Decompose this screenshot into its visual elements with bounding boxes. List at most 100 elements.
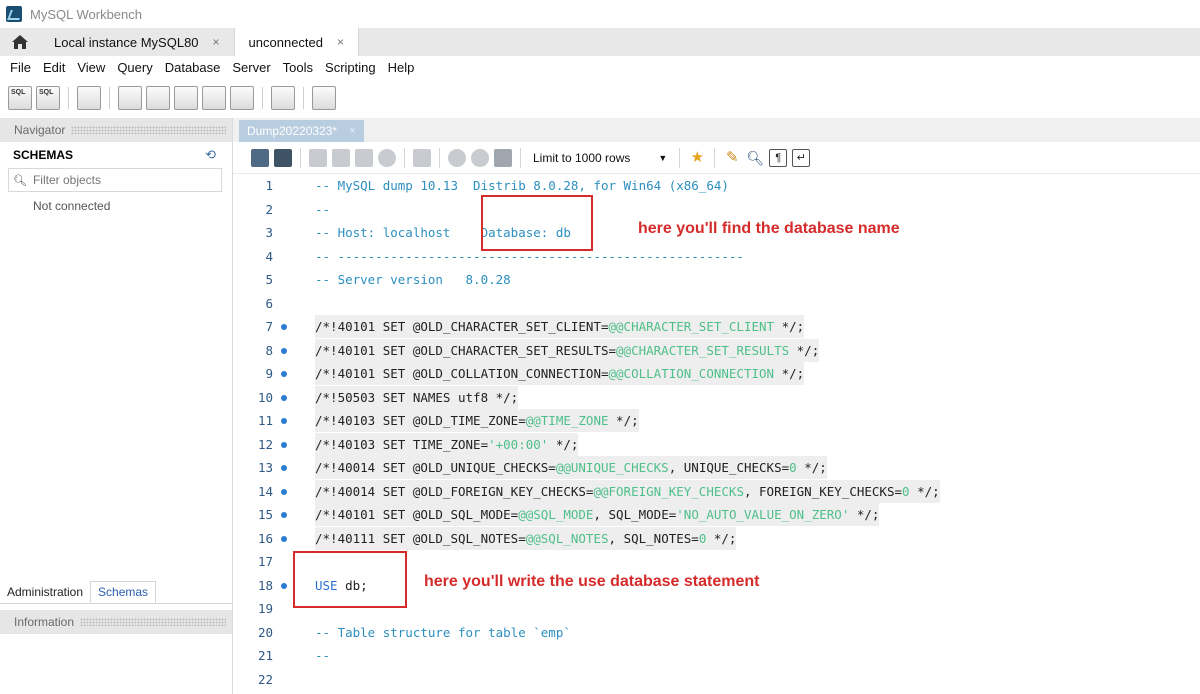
reconnect-icon[interactable]: [312, 86, 336, 110]
menu-edit[interactable]: Edit: [37, 60, 71, 75]
line-number: 12: [257, 436, 273, 452]
code-line[interactable]: 11 /*!40103 SET @OLD_TIME_ZONE=@@TIME_ZON…: [233, 409, 1200, 432]
add-snippet-star-icon[interactable]: ★: [688, 149, 706, 167]
menu-tools[interactable]: Tools: [277, 60, 319, 75]
create-table-icon[interactable]: [146, 86, 170, 110]
code-token: /*!40101 SET @OLD_CHARACTER_SET_RESULTS=: [315, 342, 617, 358]
line-number: 3: [265, 225, 273, 240]
navigator-title: Navigator: [14, 123, 66, 137]
wrap-lines-icon[interactable]: ↵: [792, 148, 811, 167]
stop-icon[interactable]: [378, 148, 396, 167]
line-number: 11: [257, 413, 273, 428]
beautify-broom-icon[interactable]: ✎: [723, 149, 741, 167]
mysql-workbench-logo-icon: [6, 6, 22, 22]
code-token: /*!40103 SET @OLD_TIME_ZONE=: [315, 413, 526, 428]
limit-rows-label: Limit to 1000 rows: [533, 150, 631, 165]
statement-marker-icon: [281, 441, 287, 448]
tab-label: Dump20220323*: [247, 124, 338, 138]
inspector-icon[interactable]: [77, 86, 101, 110]
filter-objects-input[interactable]: [32, 173, 213, 187]
open-sql-script-icon[interactable]: [36, 86, 60, 110]
code-line[interactable]: 1 -- MySQL dump 10.13 Distrib 8.0.28, for…: [233, 174, 1200, 197]
information-title: Information: [14, 615, 75, 629]
line-number: 19: [257, 601, 273, 616]
create-function-icon[interactable]: [230, 86, 254, 110]
code-line[interactable]: 21 --: [233, 644, 1200, 667]
code-line[interactable]: 20 -- Table structure for table `emp`: [233, 621, 1200, 644]
rollback-icon[interactable]: [471, 148, 489, 167]
navigator-panel: Navigator SCHEMAS ⟲ 🔍︎ Not connected Adm…: [0, 118, 233, 694]
search-table-data-icon[interactable]: [271, 86, 295, 110]
create-procedure-icon[interactable]: [202, 86, 226, 110]
tab-administration[interactable]: Administration: [0, 581, 90, 603]
code-token: @@FOREIGN_KEY_CHECKS: [593, 483, 744, 499]
line-number: 2: [265, 201, 273, 217]
find-icon[interactable]: 🔍︎: [746, 149, 764, 167]
open-file-icon[interactable]: [251, 148, 269, 167]
tab-local-instance[interactable]: Local instance MySQL80 ×: [40, 28, 234, 56]
code-line[interactable]: 9 /*!40101 SET @OLD_COLLATION_CONNECTION=…: [233, 362, 1200, 385]
code-token: 0: [789, 460, 797, 475]
execute-icon[interactable]: [309, 148, 327, 167]
code-token: /*!40101 SET @OLD_CHARACTER_SET_CLIENT=: [315, 319, 609, 334]
code-line[interactable]: 15 /*!40101 SET @OLD_SQL_MODE=@@SQL_MODE,…: [233, 503, 1200, 526]
home-tab[interactable]: [0, 28, 40, 56]
tab-dump-file[interactable]: Dump20220323* ×: [239, 120, 364, 142]
code-line[interactable]: 5 -- Server version 8.0.28: [233, 268, 1200, 291]
new-sql-tab-icon[interactable]: [8, 86, 32, 110]
toggle-results-icon[interactable]: [413, 148, 431, 167]
menu-scripting[interactable]: Scripting: [319, 60, 382, 75]
menu-query[interactable]: Query: [111, 60, 158, 75]
code-token: /*!40111 SET @OLD_SQL_NOTES=: [315, 530, 526, 546]
close-icon[interactable]: ×: [337, 35, 344, 49]
code-token: */;: [706, 530, 737, 546]
toolbar-separator: [68, 87, 69, 109]
code-token: /*!40101 SET @OLD_SQL_MODE=: [315, 507, 519, 522]
code-line[interactable]: 2 --: [233, 198, 1200, 221]
menu-server[interactable]: Server: [226, 60, 276, 75]
code-line[interactable]: 14 /*!40014 SET @OLD_FOREIGN_KEY_CHECKS=@…: [233, 479, 1200, 503]
limit-rows-select[interactable]: Limit to 1000 rows ▼: [529, 151, 671, 165]
code-line[interactable]: 6: [233, 292, 1200, 315]
refresh-icon[interactable]: ⟲: [205, 147, 216, 163]
create-schema-icon[interactable]: [118, 86, 142, 110]
create-view-icon[interactable]: [174, 86, 198, 110]
code-line[interactable]: 7 /*!40101 SET @OLD_CHARACTER_SET_CLIENT=…: [233, 315, 1200, 338]
code-line[interactable]: 16 /*!40111 SET @OLD_SQL_NOTES=@@SQL_NOTE…: [233, 526, 1200, 550]
autocommit-icon[interactable]: [494, 148, 512, 167]
line-number: 18: [257, 577, 273, 593]
menu-file[interactable]: File: [4, 60, 37, 75]
header-grip: [80, 618, 226, 626]
menu-view[interactable]: View: [71, 60, 111, 75]
invisible-chars-icon[interactable]: ¶: [769, 148, 788, 167]
code-line[interactable]: 4 -- ------------------------------------…: [233, 245, 1200, 268]
connection-status: Not connected: [33, 199, 111, 213]
statement-marker-icon: [281, 394, 287, 401]
menu-database[interactable]: Database: [159, 60, 227, 75]
save-icon[interactable]: [274, 148, 292, 167]
code-token: */;: [548, 436, 579, 452]
menu-help[interactable]: Help: [382, 60, 421, 75]
code-token: , SQL_NOTES=: [608, 530, 699, 546]
commit-icon[interactable]: [448, 148, 466, 167]
information-header: Information: [0, 610, 232, 634]
code-text: --: [315, 644, 330, 667]
close-icon[interactable]: ×: [213, 35, 220, 49]
code-text: -- Table structure for table `emp`: [315, 621, 571, 644]
execute-current-icon[interactable]: [332, 148, 350, 167]
code-line[interactable]: 13 /*!40014 SET @OLD_UNIQUE_CHECKS=@@UNIQ…: [233, 456, 1200, 479]
code-token: /*!40101 SET @OLD_COLLATION_CONNECTION=: [315, 366, 609, 381]
line-number: 14: [257, 483, 273, 499]
window-title: MySQL Workbench: [30, 6, 142, 22]
code-line[interactable]: 8 /*!40101 SET @OLD_CHARACTER_SET_RESULTS…: [233, 338, 1200, 362]
tab-unconnected[interactable]: unconnected ×: [233, 28, 360, 56]
tab-schemas[interactable]: Schemas: [90, 581, 157, 603]
sql-code-editor[interactable]: 1 -- MySQL dump 10.13 Distrib 8.0.28, for…: [233, 174, 1200, 694]
code-line[interactable]: 10 /*!50503 SET NAMES utf8 */;: [233, 385, 1200, 409]
code-line[interactable]: 22: [233, 668, 1200, 691]
close-icon[interactable]: ×: [349, 125, 355, 137]
statement-marker-icon: [281, 465, 287, 471]
explain-icon[interactable]: [355, 148, 373, 167]
filter-objects-box[interactable]: 🔍︎: [8, 168, 222, 192]
code-line[interactable]: 12 /*!40103 SET TIME_ZONE='+00:00' */;: [233, 432, 1200, 456]
